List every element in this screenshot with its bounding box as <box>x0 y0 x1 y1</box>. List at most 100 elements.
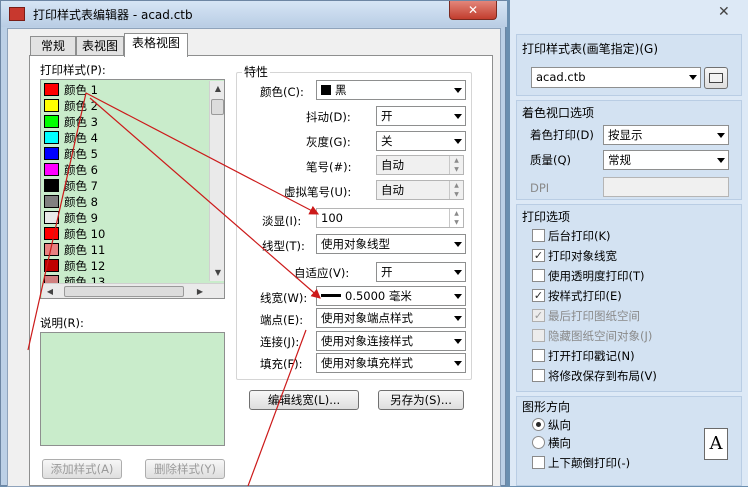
color-swatch <box>44 147 59 160</box>
scroll-up-icon[interactable]: ▲ <box>210 81 224 97</box>
plot-style-row[interactable]: 颜色 10 <box>42 225 207 241</box>
spin-down-icon[interactable]: ▼ <box>450 218 463 227</box>
description-textarea[interactable] <box>40 332 225 446</box>
plot-style-name: 颜色 12 <box>64 259 106 273</box>
spin-up-icon[interactable]: ▲ <box>450 156 463 165</box>
close-icon[interactable]: ✕ <box>718 4 730 20</box>
landscape-label: 横向 <box>548 436 571 450</box>
close-button[interactable]: ✕ <box>449 1 497 20</box>
plot-style-row[interactable]: 颜色 11 <box>42 241 207 257</box>
plot-option-label: 按样式打印(E) <box>548 289 622 303</box>
quality-dropdown[interactable]: 常规 <box>603 150 729 170</box>
plot-style-name: 颜色 7 <box>64 179 98 193</box>
plot-style-row[interactable]: 颜色 6 <box>42 161 207 177</box>
linetype-dropdown[interactable]: 使用对象线型 <box>316 234 466 254</box>
tab-general[interactable]: 常规 <box>30 36 76 56</box>
plot-option-checkbox[interactable]: ✓ <box>532 289 545 302</box>
dpi-input[interactable] <box>603 177 729 197</box>
plot-option-checkbox[interactable] <box>532 369 545 382</box>
tab-table-view[interactable]: 表视图 <box>76 36 124 56</box>
plot-styles-label: 打印样式(P): <box>40 63 106 77</box>
shade-plot-value: 按显示 <box>608 128 643 142</box>
linetype-label: 线型(T): <box>262 239 305 253</box>
tab-form-view[interactable]: 表格视图 <box>124 33 188 57</box>
spin-up-icon[interactable]: ▲ <box>450 209 463 218</box>
upside-down-checkbox[interactable] <box>532 456 545 469</box>
color-swatch <box>44 99 59 112</box>
save-as-button[interactable]: 另存为(S)... <box>378 390 464 410</box>
color-dropdown[interactable]: 黑 <box>316 80 466 100</box>
plot-style-row[interactable]: 颜色 12 <box>42 257 207 273</box>
fill-label: 填充(F): <box>260 357 303 371</box>
plot-option-checkbox[interactable] <box>532 229 545 242</box>
adaptive-value: 开 <box>381 265 393 279</box>
window-title: 打印样式表编辑器 - acad.ctb <box>33 8 193 22</box>
edit-lineweights-button[interactable]: 编辑线宽(L)... <box>249 390 359 410</box>
line-join-dropdown[interactable]: 使用对象连接样式 <box>316 331 466 351</box>
plot-style-row[interactable]: 颜色 2 <box>42 97 207 113</box>
line-end-label: 端点(E): <box>260 313 304 327</box>
plot-style-row[interactable]: 颜色 7 <box>42 177 207 193</box>
list-vertical-scrollbar[interactable]: ▲ ▼ <box>209 81 224 281</box>
plot-option-checkbox[interactable] <box>532 349 545 362</box>
line-join-value: 使用对象连接样式 <box>321 334 413 348</box>
pen-number-value: 自动 <box>381 158 404 172</box>
scroll-thumb-horizontal[interactable] <box>64 286 184 297</box>
chevron-down-icon <box>717 158 725 163</box>
screening-label: 淡显(I): <box>262 214 302 228</box>
dither-dropdown[interactable]: 开 <box>376 106 466 126</box>
app-icon <box>9 7 25 21</box>
plot-option-checkbox[interactable]: ✓ <box>532 249 545 262</box>
edit-plot-style-button[interactable] <box>704 67 728 89</box>
lineweight-dropdown[interactable]: 0.5000 毫米 <box>316 286 466 306</box>
add-style-button[interactable]: 添加样式(A) <box>42 459 122 479</box>
spin-down-icon[interactable]: ▼ <box>450 190 463 199</box>
plot-option-checkbox[interactable] <box>532 329 545 342</box>
chevron-down-icon <box>454 339 462 344</box>
spin-up-icon[interactable]: ▲ <box>450 181 463 190</box>
lineweight-label: 线宽(W): <box>260 291 308 305</box>
list-horizontal-scrollbar[interactable]: ◀ ▶ <box>42 283 224 298</box>
scroll-thumb[interactable] <box>211 99 224 115</box>
shade-plot-dropdown[interactable]: 按显示 <box>603 125 729 145</box>
page-orientation-icon: A <box>704 428 728 460</box>
portrait-radio[interactable] <box>532 418 545 431</box>
scroll-right-icon[interactable]: ▶ <box>192 284 208 298</box>
line-end-dropdown[interactable]: 使用对象端点样式 <box>316 308 466 328</box>
plot-style-name: 颜色 3 <box>64 115 98 129</box>
fill-dropdown[interactable]: 使用对象填充样式 <box>316 353 466 373</box>
line-join-label: 连接(J): <box>260 335 300 349</box>
plot-style-row[interactable]: 颜色 3 <box>42 113 207 129</box>
plot-option-label: 使用透明度打印(T) <box>548 269 645 283</box>
plot-style-row[interactable]: 颜色 5 <box>42 145 207 161</box>
grayscale-dropdown[interactable]: 关 <box>376 131 466 151</box>
scroll-down-icon[interactable]: ▼ <box>210 265 224 281</box>
plot-style-name: 颜色 6 <box>64 163 98 177</box>
plot-style-row[interactable]: 颜色 9 <box>42 209 207 225</box>
plot-style-row[interactable]: 颜色 1 <box>42 81 207 97</box>
landscape-radio[interactable] <box>532 436 545 449</box>
plot-styles-list[interactable]: 颜色 1 颜色 2 颜色 3 颜色 4 颜色 5 颜色 6 颜色 7 颜色 8 颜色 9 颜色 1… <box>40 79 225 299</box>
chevron-down-icon <box>454 242 462 247</box>
plot-style-name: 颜色 9 <box>64 211 98 225</box>
grayscale-value: 关 <box>381 134 393 148</box>
plot-style-table-dropdown[interactable]: acad.ctb <box>531 67 701 88</box>
virtual-pen-spinner[interactable]: 自动 ▲ ▼ <box>376 180 464 200</box>
spin-down-icon[interactable]: ▼ <box>450 165 463 174</box>
shaded-viewport-label: 着色视口选项 <box>522 106 595 120</box>
plot-option-checkbox[interactable] <box>532 269 545 282</box>
chevron-down-icon <box>454 139 462 144</box>
pen-number-spinner[interactable]: 自动 ▲ ▼ <box>376 155 464 175</box>
line-sample-icon <box>321 294 341 297</box>
delete-style-button[interactable]: 删除样式(Y) <box>145 459 225 479</box>
plot-style-row[interactable]: 颜色 8 <box>42 193 207 209</box>
chevron-down-icon <box>717 133 725 138</box>
lineweight-value: 0.5000 毫米 <box>345 289 412 303</box>
color-label: 颜色(C): <box>260 85 304 99</box>
scroll-left-icon[interactable]: ◀ <box>42 284 58 298</box>
screening-spinner[interactable]: 100 ▲ ▼ <box>316 208 464 228</box>
adaptive-dropdown[interactable]: 开 <box>376 262 466 282</box>
plot-option-checkbox[interactable]: ✓ <box>532 309 545 322</box>
plot-style-row[interactable]: 颜色 4 <box>42 129 207 145</box>
plot-style-name: 颜色 10 <box>64 227 106 241</box>
